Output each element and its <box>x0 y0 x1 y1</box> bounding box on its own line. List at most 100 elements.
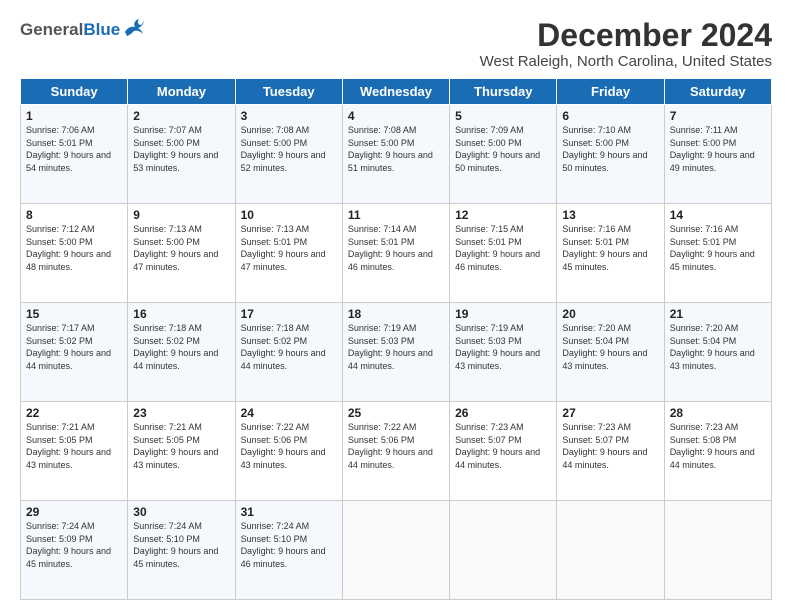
day-number: 10 <box>241 208 337 222</box>
day-number: 2 <box>133 109 229 123</box>
day-info: Sunrise: 7:24 AMSunset: 5:10 PMDaylight:… <box>133 520 229 570</box>
calendar-week-row: 8Sunrise: 7:12 AMSunset: 5:00 PMDaylight… <box>21 204 772 303</box>
day-info: Sunrise: 7:23 AMSunset: 5:07 PMDaylight:… <box>455 421 551 471</box>
table-row: 17Sunrise: 7:18 AMSunset: 5:02 PMDayligh… <box>235 303 342 402</box>
table-row: 23Sunrise: 7:21 AMSunset: 5:05 PMDayligh… <box>128 402 235 501</box>
day-info: Sunrise: 7:24 AMSunset: 5:10 PMDaylight:… <box>241 520 337 570</box>
day-number: 28 <box>670 406 766 420</box>
table-row: 21Sunrise: 7:20 AMSunset: 5:04 PMDayligh… <box>664 303 771 402</box>
day-info: Sunrise: 7:09 AMSunset: 5:00 PMDaylight:… <box>455 124 551 174</box>
table-row: 15Sunrise: 7:17 AMSunset: 5:02 PMDayligh… <box>21 303 128 402</box>
day-info: Sunrise: 7:21 AMSunset: 5:05 PMDaylight:… <box>133 421 229 471</box>
header-tuesday: Tuesday <box>235 79 342 105</box>
table-row: 11Sunrise: 7:14 AMSunset: 5:01 PMDayligh… <box>342 204 449 303</box>
calendar-table: Sunday Monday Tuesday Wednesday Thursday… <box>20 78 772 600</box>
day-number: 31 <box>241 505 337 519</box>
logo-general: General <box>20 20 83 39</box>
day-info: Sunrise: 7:19 AMSunset: 5:03 PMDaylight:… <box>348 322 444 372</box>
day-info: Sunrise: 7:20 AMSunset: 5:04 PMDaylight:… <box>670 322 766 372</box>
day-info: Sunrise: 7:16 AMSunset: 5:01 PMDaylight:… <box>562 223 658 273</box>
day-info: Sunrise: 7:22 AMSunset: 5:06 PMDaylight:… <box>348 421 444 471</box>
day-number: 26 <box>455 406 551 420</box>
day-info: Sunrise: 7:08 AMSunset: 5:00 PMDaylight:… <box>348 124 444 174</box>
table-row <box>450 501 557 600</box>
table-row: 28Sunrise: 7:23 AMSunset: 5:08 PMDayligh… <box>664 402 771 501</box>
day-info: Sunrise: 7:18 AMSunset: 5:02 PMDaylight:… <box>133 322 229 372</box>
day-number: 12 <box>455 208 551 222</box>
table-row: 18Sunrise: 7:19 AMSunset: 5:03 PMDayligh… <box>342 303 449 402</box>
table-row: 8Sunrise: 7:12 AMSunset: 5:00 PMDaylight… <box>21 204 128 303</box>
day-info: Sunrise: 7:16 AMSunset: 5:01 PMDaylight:… <box>670 223 766 273</box>
table-row: 13Sunrise: 7:16 AMSunset: 5:01 PMDayligh… <box>557 204 664 303</box>
day-info: Sunrise: 7:23 AMSunset: 5:07 PMDaylight:… <box>562 421 658 471</box>
table-row: 22Sunrise: 7:21 AMSunset: 5:05 PMDayligh… <box>21 402 128 501</box>
header-monday: Monday <box>128 79 235 105</box>
table-row: 27Sunrise: 7:23 AMSunset: 5:07 PMDayligh… <box>557 402 664 501</box>
day-number: 16 <box>133 307 229 321</box>
table-row: 6Sunrise: 7:10 AMSunset: 5:00 PMDaylight… <box>557 105 664 204</box>
header-thursday: Thursday <box>450 79 557 105</box>
day-number: 13 <box>562 208 658 222</box>
logo-bird-icon <box>123 18 145 40</box>
calendar-week-row: 1Sunrise: 7:06 AMSunset: 5:01 PMDaylight… <box>21 105 772 204</box>
table-row: 24Sunrise: 7:22 AMSunset: 5:06 PMDayligh… <box>235 402 342 501</box>
header-sunday: Sunday <box>21 79 128 105</box>
day-number: 27 <box>562 406 658 420</box>
day-info: Sunrise: 7:17 AMSunset: 5:02 PMDaylight:… <box>26 322 122 372</box>
day-info: Sunrise: 7:22 AMSunset: 5:06 PMDaylight:… <box>241 421 337 471</box>
calendar-week-row: 22Sunrise: 7:21 AMSunset: 5:05 PMDayligh… <box>21 402 772 501</box>
day-number: 29 <box>26 505 122 519</box>
day-number: 30 <box>133 505 229 519</box>
day-info: Sunrise: 7:21 AMSunset: 5:05 PMDaylight:… <box>26 421 122 471</box>
day-info: Sunrise: 7:20 AMSunset: 5:04 PMDaylight:… <box>562 322 658 372</box>
day-number: 25 <box>348 406 444 420</box>
day-info: Sunrise: 7:07 AMSunset: 5:00 PMDaylight:… <box>133 124 229 174</box>
day-number: 1 <box>26 109 122 123</box>
day-number: 8 <box>26 208 122 222</box>
table-row: 5Sunrise: 7:09 AMSunset: 5:00 PMDaylight… <box>450 105 557 204</box>
page: GeneralBlue December 2024 West Raleigh, … <box>0 0 792 612</box>
logo-text: GeneralBlue <box>20 21 120 38</box>
table-row: 25Sunrise: 7:22 AMSunset: 5:06 PMDayligh… <box>342 402 449 501</box>
day-number: 21 <box>670 307 766 321</box>
calendar-title: December 2024 <box>480 18 772 53</box>
day-number: 20 <box>562 307 658 321</box>
day-info: Sunrise: 7:13 AMSunset: 5:00 PMDaylight:… <box>133 223 229 273</box>
day-info: Sunrise: 7:15 AMSunset: 5:01 PMDaylight:… <box>455 223 551 273</box>
day-info: Sunrise: 7:12 AMSunset: 5:00 PMDaylight:… <box>26 223 122 273</box>
day-number: 11 <box>348 208 444 222</box>
header: GeneralBlue December 2024 West Raleigh, … <box>20 18 772 70</box>
table-row: 10Sunrise: 7:13 AMSunset: 5:01 PMDayligh… <box>235 204 342 303</box>
days-header-row: Sunday Monday Tuesday Wednesday Thursday… <box>21 79 772 105</box>
table-row: 12Sunrise: 7:15 AMSunset: 5:01 PMDayligh… <box>450 204 557 303</box>
day-info: Sunrise: 7:13 AMSunset: 5:01 PMDaylight:… <box>241 223 337 273</box>
day-number: 15 <box>26 307 122 321</box>
table-row: 29Sunrise: 7:24 AMSunset: 5:09 PMDayligh… <box>21 501 128 600</box>
day-number: 18 <box>348 307 444 321</box>
table-row: 19Sunrise: 7:19 AMSunset: 5:03 PMDayligh… <box>450 303 557 402</box>
day-number: 17 <box>241 307 337 321</box>
table-row <box>664 501 771 600</box>
header-wednesday: Wednesday <box>342 79 449 105</box>
table-row: 3Sunrise: 7:08 AMSunset: 5:00 PMDaylight… <box>235 105 342 204</box>
day-info: Sunrise: 7:08 AMSunset: 5:00 PMDaylight:… <box>241 124 337 174</box>
table-row: 4Sunrise: 7:08 AMSunset: 5:00 PMDaylight… <box>342 105 449 204</box>
day-number: 4 <box>348 109 444 123</box>
logo: GeneralBlue <box>20 18 145 40</box>
table-row: 7Sunrise: 7:11 AMSunset: 5:00 PMDaylight… <box>664 105 771 204</box>
day-info: Sunrise: 7:18 AMSunset: 5:02 PMDaylight:… <box>241 322 337 372</box>
day-number: 23 <box>133 406 229 420</box>
day-number: 7 <box>670 109 766 123</box>
calendar-subtitle: West Raleigh, North Carolina, United Sta… <box>480 53 772 70</box>
table-row: 30Sunrise: 7:24 AMSunset: 5:10 PMDayligh… <box>128 501 235 600</box>
day-number: 5 <box>455 109 551 123</box>
logo-blue: Blue <box>83 20 120 39</box>
table-row: 31Sunrise: 7:24 AMSunset: 5:10 PMDayligh… <box>235 501 342 600</box>
day-number: 14 <box>670 208 766 222</box>
table-row: 16Sunrise: 7:18 AMSunset: 5:02 PMDayligh… <box>128 303 235 402</box>
table-row: 14Sunrise: 7:16 AMSunset: 5:01 PMDayligh… <box>664 204 771 303</box>
title-block: December 2024 West Raleigh, North Caroli… <box>480 18 772 70</box>
day-info: Sunrise: 7:11 AMSunset: 5:00 PMDaylight:… <box>670 124 766 174</box>
calendar-week-row: 29Sunrise: 7:24 AMSunset: 5:09 PMDayligh… <box>21 501 772 600</box>
day-number: 19 <box>455 307 551 321</box>
